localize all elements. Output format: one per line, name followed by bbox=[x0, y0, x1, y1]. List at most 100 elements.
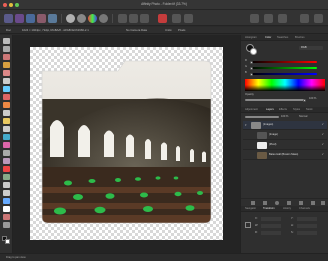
add-group-icon[interactable] bbox=[299, 201, 303, 205]
clone-brush-icon[interactable] bbox=[3, 126, 10, 132]
red-eye-tool-icon[interactable] bbox=[3, 150, 10, 156]
dodge-brush-icon[interactable] bbox=[3, 118, 10, 124]
visibility-check-icon[interactable]: ✓ bbox=[321, 153, 324, 156]
layer-row[interactable]: (Image) ✓ bbox=[243, 131, 327, 140]
opacity-value[interactable]: 100 % bbox=[309, 97, 316, 101]
live-filters-icon[interactable] bbox=[287, 201, 291, 205]
layer-name[interactable]: Bates Hall (Boston Mass) bbox=[269, 153, 298, 157]
studio-icon[interactable] bbox=[300, 14, 309, 23]
secondary-color-swatch[interactable] bbox=[5, 239, 10, 244]
tab-layers[interactable]: Layers bbox=[266, 108, 274, 112]
view-mode-icon[interactable] bbox=[264, 14, 273, 23]
tab-navigator[interactable]: Navigator bbox=[245, 207, 256, 211]
visibility-check-icon[interactable]: ✓ bbox=[321, 133, 324, 136]
inpainting-brush-icon[interactable] bbox=[3, 134, 10, 140]
layer-name[interactable]: (Images) bbox=[263, 123, 273, 127]
more-icon[interactable] bbox=[314, 14, 323, 23]
opacity-slider-knob[interactable] bbox=[303, 98, 306, 102]
tab-styles[interactable]: Styles bbox=[293, 108, 300, 112]
freehand-selection-icon[interactable] bbox=[3, 78, 10, 84]
selection-mode-icon[interactable] bbox=[118, 14, 127, 23]
tab-transform[interactable]: Transform bbox=[263, 207, 275, 211]
red-slider-knob[interactable] bbox=[249, 60, 253, 64]
tab-color[interactable]: Color bbox=[265, 36, 271, 40]
tone-mapping-persona-icon[interactable] bbox=[37, 14, 46, 23]
blend-mode-select[interactable]: Normal bbox=[299, 115, 307, 119]
gradient-tool-icon[interactable] bbox=[3, 174, 10, 180]
layer-row[interactable]: Bates Hall (Boston Mass) ✓ bbox=[243, 151, 327, 160]
zoom-tool-icon[interactable] bbox=[3, 222, 10, 228]
text-tool-icon[interactable] bbox=[3, 206, 10, 212]
tab-adjustment[interactable]: Adjustment bbox=[245, 108, 258, 112]
tab-brushes[interactable]: Brushes bbox=[295, 36, 305, 40]
photo-persona-icon[interactable] bbox=[4, 14, 13, 23]
layer-name[interactable]: (Image) bbox=[269, 133, 278, 137]
selection-brush-icon[interactable] bbox=[3, 62, 10, 68]
green-slider[interactable] bbox=[251, 67, 317, 69]
move-tool-icon[interactable] bbox=[3, 38, 10, 44]
crop-tool-icon[interactable] bbox=[3, 54, 10, 60]
mask-layer-icon[interactable] bbox=[263, 201, 267, 205]
snapping-icon[interactable] bbox=[158, 14, 167, 23]
layer-name[interactable]: (Pixel) bbox=[269, 143, 276, 147]
assistant-icon[interactable] bbox=[250, 14, 259, 23]
units-select[interactable]: Pixels bbox=[178, 29, 185, 32]
view-tool-icon[interactable] bbox=[3, 46, 10, 52]
stroke-color-well[interactable] bbox=[250, 48, 257, 55]
opacity-slider[interactable] bbox=[245, 99, 305, 101]
split-view-icon[interactable] bbox=[278, 14, 287, 23]
auto-levels-icon[interactable] bbox=[66, 14, 75, 23]
blue-slider[interactable] bbox=[251, 73, 317, 75]
auto-colors-icon[interactable] bbox=[88, 14, 97, 23]
layer-opacity-slider[interactable] bbox=[245, 116, 279, 118]
r-field[interactable] bbox=[261, 231, 281, 235]
color-mode-select[interactable]: RGB bbox=[299, 46, 323, 50]
color-picker-icon[interactable] bbox=[3, 102, 10, 108]
mesh-warp-icon[interactable] bbox=[3, 214, 10, 220]
node-tool-icon[interactable] bbox=[3, 190, 10, 196]
document-canvas[interactable] bbox=[30, 47, 223, 240]
layer-row[interactable]: (Pixel) ✓ bbox=[243, 141, 327, 150]
tab-channels[interactable]: Channels bbox=[299, 207, 310, 211]
visibility-check-icon[interactable]: ✓ bbox=[321, 143, 324, 146]
visibility-check-icon[interactable]: ✓ bbox=[321, 123, 324, 126]
canvas-area[interactable] bbox=[13, 35, 240, 253]
y-field[interactable] bbox=[297, 217, 317, 221]
green-slider-knob[interactable] bbox=[249, 66, 253, 70]
tab-stock[interactable]: Stock bbox=[306, 108, 313, 112]
align-icon[interactable] bbox=[184, 14, 193, 23]
liquify-persona-icon[interactable] bbox=[15, 14, 24, 23]
layer-row[interactable]: ▾ (Images) ✓ bbox=[243, 121, 327, 130]
w-field[interactable] bbox=[261, 224, 281, 228]
tab-histogram[interactable]: Histogram bbox=[245, 36, 257, 40]
adjustments-icon[interactable] bbox=[275, 201, 279, 205]
erase-brush-icon[interactable] bbox=[3, 110, 10, 116]
h-field[interactable] bbox=[297, 224, 317, 228]
healing-brush-icon[interactable] bbox=[3, 142, 10, 148]
add-pixel-layer-icon[interactable] bbox=[311, 201, 315, 205]
develop-persona-icon[interactable] bbox=[26, 14, 35, 23]
paint-brush-icon[interactable] bbox=[3, 94, 10, 100]
camera-data[interactable]: No Camera Data bbox=[126, 29, 147, 32]
layer-opacity-value[interactable]: 100 % bbox=[281, 115, 288, 119]
document-info[interactable]: 1024 × 1024px, 72dpi, RGBA/8 - sRGB IEC6… bbox=[22, 29, 89, 32]
quick-mask-icon[interactable] bbox=[129, 14, 138, 23]
blue-slider-knob[interactable] bbox=[249, 72, 253, 76]
pen-tool-icon[interactable] bbox=[3, 182, 10, 188]
marquee-tool-icon[interactable] bbox=[3, 70, 10, 76]
refine-selection-icon[interactable] bbox=[140, 14, 149, 23]
layer-options-icon[interactable] bbox=[251, 201, 255, 205]
auto-white-balance-icon[interactable] bbox=[99, 14, 108, 23]
x-field[interactable] bbox=[261, 217, 281, 221]
anchor-grid-icon[interactable] bbox=[245, 222, 251, 228]
tab-effects[interactable]: Effects bbox=[279, 108, 287, 112]
auto-contrast-icon[interactable] bbox=[77, 14, 86, 23]
red-slider[interactable] bbox=[251, 61, 317, 63]
s-field[interactable] bbox=[297, 231, 317, 235]
expand-arrow-icon[interactable]: ▾ bbox=[245, 124, 247, 127]
tab-history[interactable]: History bbox=[283, 207, 291, 211]
arrange-icon[interactable] bbox=[172, 14, 181, 23]
shape-tool-icon[interactable] bbox=[3, 198, 10, 204]
delete-layer-icon[interactable] bbox=[321, 201, 325, 205]
fill-tool-icon[interactable] bbox=[3, 166, 10, 172]
